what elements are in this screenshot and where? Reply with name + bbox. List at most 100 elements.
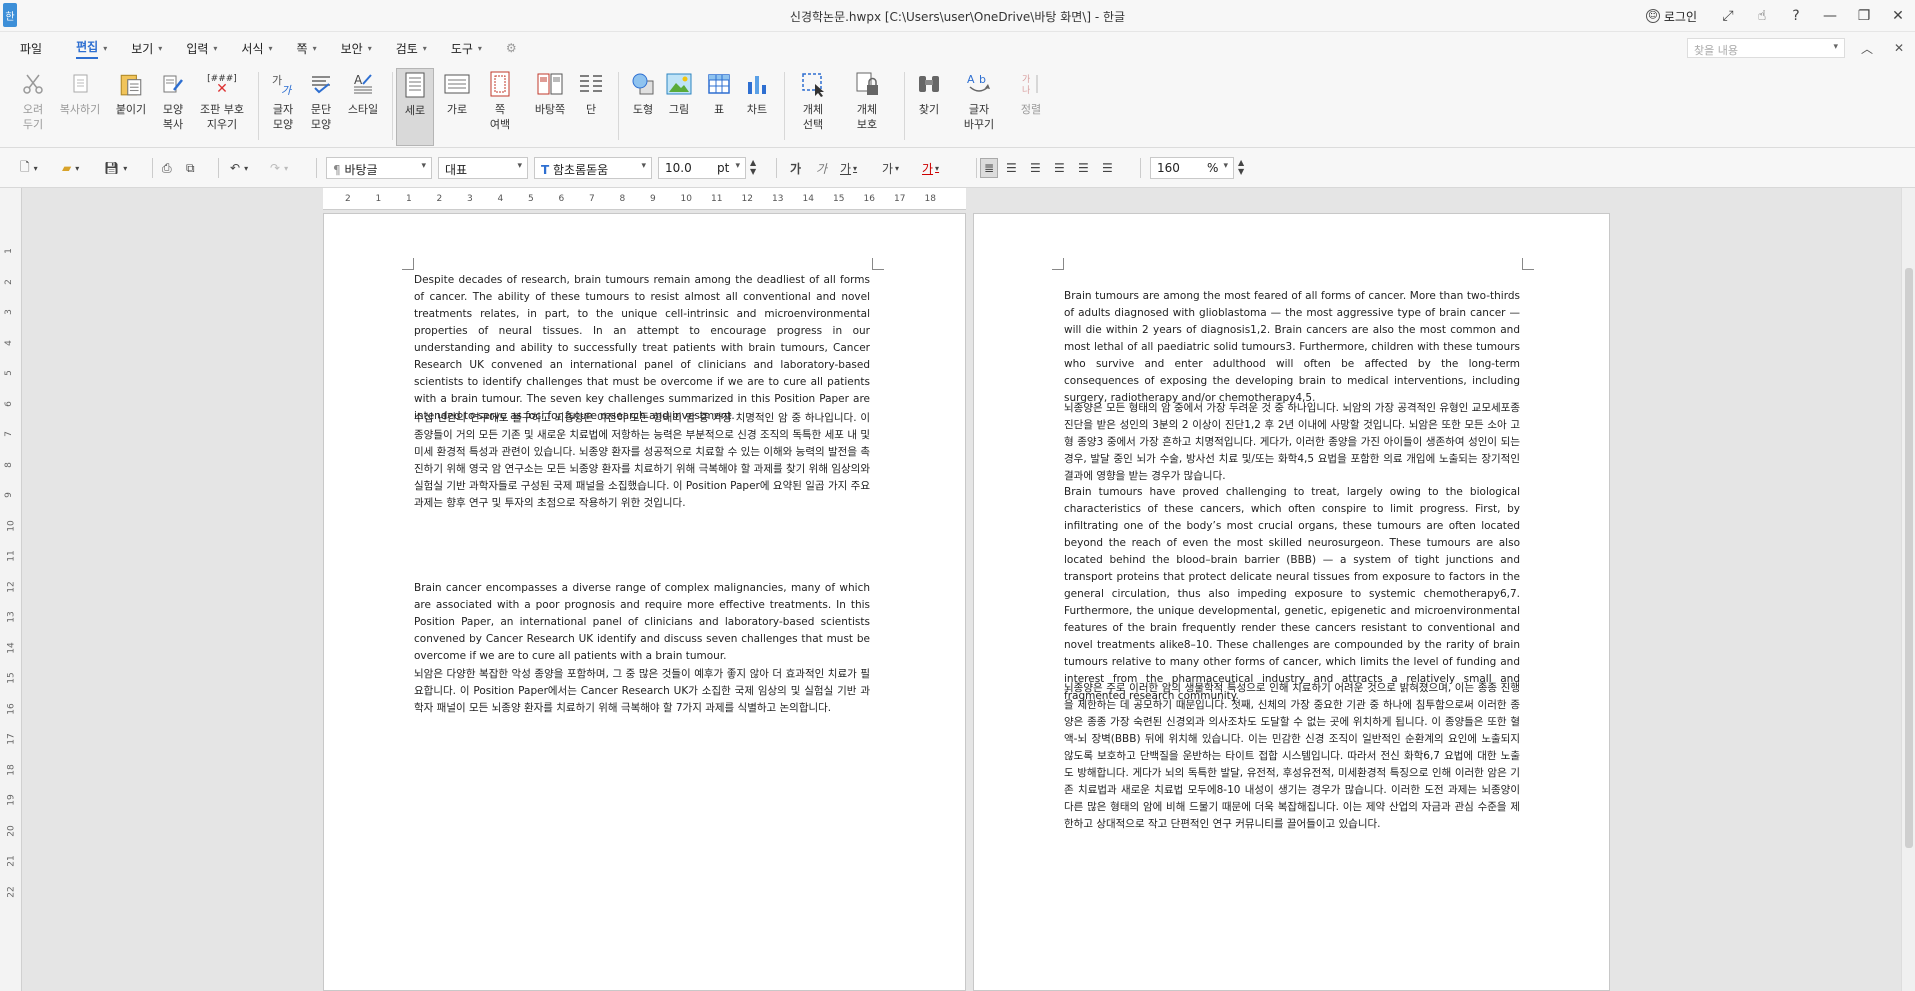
table-button[interactable]: 표 [698, 68, 740, 146]
page-1[interactable]: Despite decades of research, brain tumou… [323, 213, 966, 991]
menu-edit[interactable]: 편집 ▾ [64, 32, 119, 64]
menu-view[interactable]: 보기 ▾ [119, 32, 174, 64]
vertical-ruler[interactable]: 1 2 3 4 5 6 7 8 9 10 11 12 13 14 15 16 17 18 19 20 21 22 [0, 188, 22, 991]
margin-mark [872, 258, 884, 270]
master-page-button[interactable]: 바탕쪽 [528, 68, 572, 146]
print-icon[interactable]: ⎙ [162, 158, 172, 178]
menu-format[interactable]: 서식 ▾ [229, 32, 284, 64]
landscape-button[interactable]: 가로 [436, 68, 478, 146]
replace-icon: Ab [965, 70, 993, 98]
cut-button[interactable]: 오려 두기 [12, 68, 54, 146]
button-label: 모양 [310, 118, 332, 131]
menu-tools[interactable]: 도구 ▾ [439, 32, 494, 64]
ribbon-collapse-icon[interactable]: ︿ [1851, 32, 1883, 64]
strikethrough-button[interactable]: 가 ▾ [882, 158, 899, 178]
open-folder-icon[interactable]: ▰ ▾ [62, 158, 79, 178]
separator [1140, 158, 1141, 178]
close-button[interactable]: ✕ [1881, 0, 1915, 32]
para-shape-button[interactable]: 문단 모양 [300, 68, 342, 146]
underline-button[interactable]: 가 ▾ [840, 158, 857, 178]
svg-text:나: 나 [1022, 85, 1030, 96]
menu-bar: 파일 편집 ▾ 보기 ▾ 입력 ▾ 서식 ▾ 쪽 ▾ 보안 ▾ 검토 ▾ 도구 ▾ ⚙ 찾을 내… [0, 32, 1915, 64]
bold-button[interactable]: 가 [790, 158, 801, 178]
char-shape-icon: 가가 [269, 70, 297, 98]
button-label: 단 [585, 103, 597, 116]
maximize-button[interactable]: ❐ [1847, 0, 1881, 32]
close-doc-icon[interactable]: ✕ [1883, 32, 1915, 64]
body-paragraph[interactable]: 뇌암은 다양한 복잡한 악성 종양을 포함하며, 그 중 많은 것들이 예후가 … [414, 666, 870, 717]
style-combo[interactable]: ¶ 바탕글 ▾ [326, 157, 432, 179]
menu-page[interactable]: 쪽 ▾ [285, 32, 329, 64]
login-button[interactable]: ☺ 로그인 [1645, 8, 1697, 25]
body-paragraph[interactable]: Brain cancer encompasses a diverse range… [414, 580, 870, 665]
ruler-tick: 14 [802, 194, 814, 204]
button-label: 복사하기 [59, 103, 101, 116]
vertical-scrollbar[interactable] [1901, 188, 1915, 991]
fullscreen-icon[interactable]: ⤢ [1711, 0, 1745, 32]
separator [152, 158, 153, 178]
new-doc-icon[interactable]: 🗋 ▾ [20, 158, 38, 178]
select-object-button[interactable]: 개체 선택 [792, 68, 834, 146]
button-label: 붙이기 [115, 103, 147, 116]
font-size-spinner[interactable]: ▲ ▼ [750, 158, 756, 178]
find-button[interactable]: 찾기 [908, 68, 950, 146]
minimize-button[interactable]: — [1813, 0, 1847, 32]
body-paragraph[interactable]: 뇌종양은 모든 형태의 암 중에서 가장 두려운 것 중 하나입니다. 뇌암의 … [1064, 400, 1520, 485]
font-size-value: 10.0 [665, 161, 692, 175]
portrait-button[interactable]: 세로 [396, 68, 434, 146]
columns-button[interactable]: 단 [570, 68, 612, 146]
ruler-tick: 7 [589, 194, 595, 204]
menu-security[interactable]: 보안 ▾ [329, 32, 384, 64]
align-left-button[interactable]: ☰ [1006, 158, 1017, 178]
ruler-tick: 11 [6, 550, 17, 562]
menu-review[interactable]: 검토 ▾ [384, 32, 439, 64]
chart-button[interactable]: 차트 [736, 68, 778, 146]
menu-file[interactable]: 파일 [8, 32, 54, 64]
replace-button[interactable]: Ab 글자 바꾸기 [954, 68, 1004, 146]
language-combo[interactable]: 대표 ▾ [438, 157, 528, 179]
font-color-button[interactable]: 가 ▾ [922, 158, 939, 178]
italic-button[interactable]: 가 [816, 158, 827, 178]
zoom-spinner[interactable]: ▲ ▼ [1238, 158, 1244, 178]
body-paragraph[interactable]: Despite decades of research, brain tumou… [414, 272, 870, 425]
zoom-combo[interactable]: 160% ▾ [1150, 157, 1234, 179]
align-center-button[interactable]: ☰ [1030, 158, 1041, 178]
ruler-tick: 22 [6, 885, 17, 898]
clear-codes-button[interactable]: [###] ✕ 조판 부호 지우기 [196, 68, 248, 146]
char-shape-button[interactable]: 가가 글자 모양 [262, 68, 304, 146]
picture-button[interactable]: 그림 [658, 68, 700, 146]
style-button[interactable]: A 스타일 [340, 68, 386, 146]
separator [776, 158, 777, 178]
copy-button[interactable]: 복사하기 [55, 68, 105, 146]
paste-button[interactable]: 붙이기 [110, 68, 152, 146]
protect-object-button[interactable]: 개체 보호 [846, 68, 888, 146]
font-combo[interactable]: T 함초롬돋움 ▾ [534, 157, 652, 179]
body-paragraph[interactable]: Brain tumours have proved challenging to… [1064, 484, 1520, 705]
page-margin-button[interactable]: 쪽 여백 [479, 68, 521, 146]
help-icon[interactable]: ? [1779, 0, 1813, 32]
sort-button[interactable]: 가나 정렬 [1010, 68, 1052, 146]
body-paragraph[interactable]: 뇌종양은 주로 이러한 암의 생물학적 특성으로 인해 치료하기 어려운 것으로… [1064, 680, 1520, 833]
redo-icon[interactable]: ↷ ▾ [270, 158, 288, 178]
touch-mode-icon[interactable]: ☝ [1745, 0, 1779, 32]
print-preview-icon[interactable]: ⧉ [186, 158, 195, 178]
body-paragraph[interactable]: Brain tumours are among the most feared … [1064, 288, 1520, 407]
align-divide-button[interactable]: ☰ [1102, 158, 1113, 178]
horizontal-ruler[interactable]: 2 1 1 2 3 4 5 6 7 8 9 10 11 12 13 14 15 16 17 18 [323, 188, 966, 210]
menu-insert[interactable]: 입력 ▾ [174, 32, 229, 64]
save-icon[interactable]: 💾︎ ▾ [104, 158, 127, 178]
document-area: 1 2 3 4 5 6 7 8 9 10 11 12 13 14 15 16 17 18 19 20 21 22 2112… [0, 188, 1915, 991]
find-combo[interactable]: 찾을 내용 ▾ [1687, 38, 1845, 58]
body-paragraph[interactable]: 수십 년간의 연구에도 불구하고 뇌종양은 여전히 모든 형태의 암 중 가장 … [414, 410, 870, 512]
undo-icon[interactable]: ↶ ▾ [230, 158, 248, 178]
page-2[interactable]: Brain tumours are among the most feared … [973, 213, 1610, 991]
font-size-combo[interactable]: 10.0 pt ▾ [658, 157, 746, 179]
button-label: 오려 [22, 103, 44, 116]
settings-icon[interactable]: ⚙ [494, 32, 529, 64]
align-distribute-button[interactable]: ☰ [1078, 158, 1089, 178]
align-justify-button[interactable]: ≣ [980, 158, 998, 178]
zoom-value: 160 [1157, 161, 1180, 175]
scrollbar-thumb[interactable] [1905, 268, 1913, 848]
align-right-button[interactable]: ☰ [1054, 158, 1065, 178]
format-copy-button[interactable]: 모양 복사 [152, 68, 194, 146]
